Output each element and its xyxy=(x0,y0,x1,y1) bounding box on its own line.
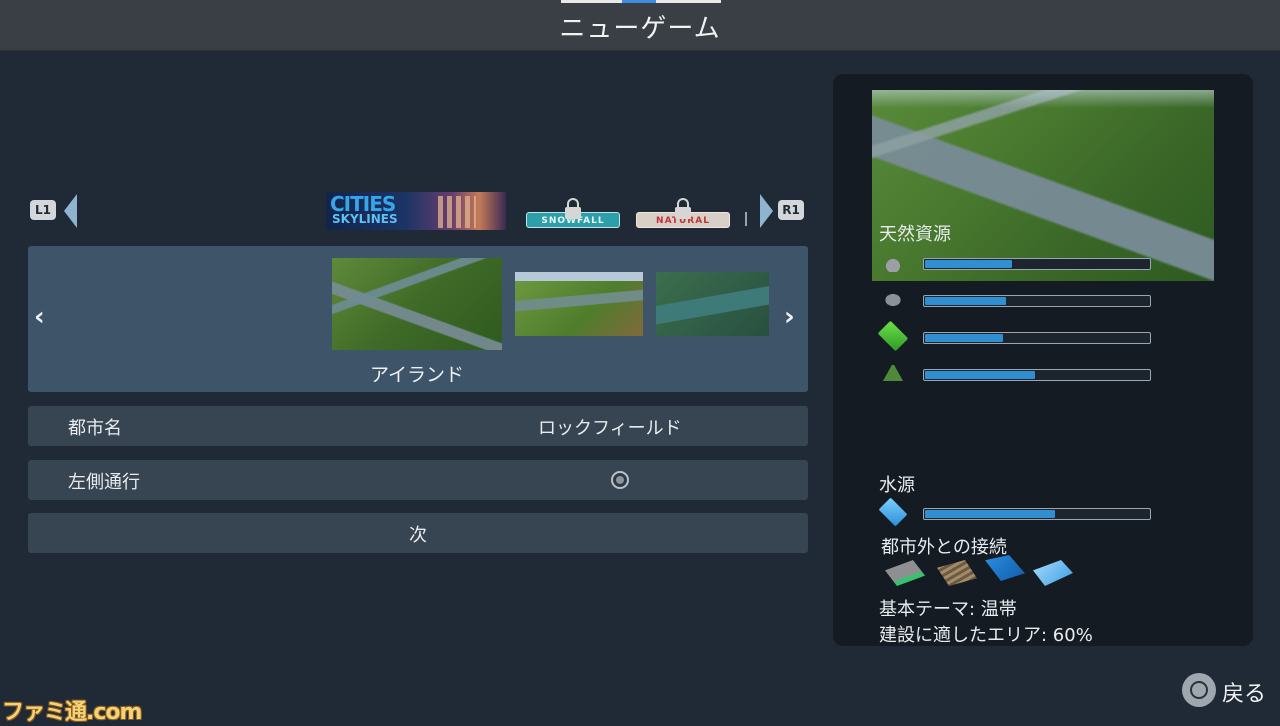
resource-fertile-land xyxy=(877,320,1159,352)
left-traffic-row[interactable]: 左側通行 xyxy=(28,460,808,500)
map-thumbnail-selected[interactable] xyxy=(332,258,502,350)
ore-icon xyxy=(879,289,907,309)
circle-button-icon xyxy=(1182,673,1216,707)
title-bar: ニューゲーム xyxy=(0,0,1280,51)
lock-icon xyxy=(674,198,692,220)
pack-snowfall[interactable]: SNOWFALL xyxy=(526,198,620,230)
map-thumbnail[interactable] xyxy=(656,272,769,336)
connections-title: 都市外との接続 xyxy=(881,537,1007,558)
resource-forest xyxy=(879,363,1159,385)
back-label: 戻る xyxy=(1222,682,1267,707)
lock-icon xyxy=(564,198,582,220)
resource-bar-fill xyxy=(925,260,1012,268)
map-carousel: ‹ › アイランド xyxy=(28,246,808,392)
water-icon xyxy=(878,497,908,527)
city-name-value[interactable]: ロックフィールド xyxy=(538,414,682,440)
pack-natural-disasters[interactable]: NATURAL DISASTERS xyxy=(636,198,730,230)
city-name-label: 都市名 xyxy=(68,418,122,439)
left-traffic-label: 左側通行 xyxy=(68,472,140,493)
selected-map-name: アイランド xyxy=(369,364,465,386)
oil-icon xyxy=(879,252,907,272)
buildable-area: 建設に適したエリア: 60% xyxy=(879,625,1093,646)
pack-prev-arrow-icon[interactable] xyxy=(64,194,77,228)
divider xyxy=(745,212,747,226)
water-title: 水源 xyxy=(879,475,915,496)
next-button-label: 次 xyxy=(409,525,427,546)
left-traffic-toggle[interactable] xyxy=(611,471,629,489)
back-button[interactable]: 戻る xyxy=(1182,673,1272,707)
resource-bar-fill xyxy=(925,297,1006,305)
resource-bar-fill xyxy=(925,334,1003,342)
pack-cities-skylines[interactable]: CITIES SKYLINES xyxy=(326,192,506,230)
page-title: ニューゲーム xyxy=(559,14,721,44)
map-prev-arrow-icon[interactable]: ‹ xyxy=(34,302,45,332)
pack-next-arrow-icon[interactable] xyxy=(760,194,773,228)
natural-resources-title: 天然資源 xyxy=(879,224,951,245)
next-button[interactable]: 次 xyxy=(28,513,808,553)
resource-ore xyxy=(879,289,1159,311)
r1-button[interactable]: R1 xyxy=(778,200,804,220)
l1-button[interactable]: L1 xyxy=(30,200,56,220)
fertile-land-icon xyxy=(877,320,909,352)
pack-logo-line2: SKYLINES xyxy=(332,212,398,226)
city-name-row[interactable]: 都市名 ロックフィールド xyxy=(28,406,808,446)
forest-icon xyxy=(881,363,905,383)
map-next-arrow-icon[interactable]: › xyxy=(784,302,795,332)
resource-bar-fill xyxy=(925,371,1035,379)
map-theme: 基本テーマ: 温帯 xyxy=(879,599,1017,620)
map-info-panel xyxy=(833,74,1253,646)
resource-bar-fill xyxy=(925,510,1055,518)
map-thumbnail[interactable] xyxy=(515,272,643,336)
top-indicator-active xyxy=(622,0,656,3)
resource-oil xyxy=(879,252,1159,274)
resource-water xyxy=(878,497,1159,527)
watermark-logo: ファミ通.com xyxy=(2,700,142,725)
skyline-art xyxy=(438,196,476,228)
